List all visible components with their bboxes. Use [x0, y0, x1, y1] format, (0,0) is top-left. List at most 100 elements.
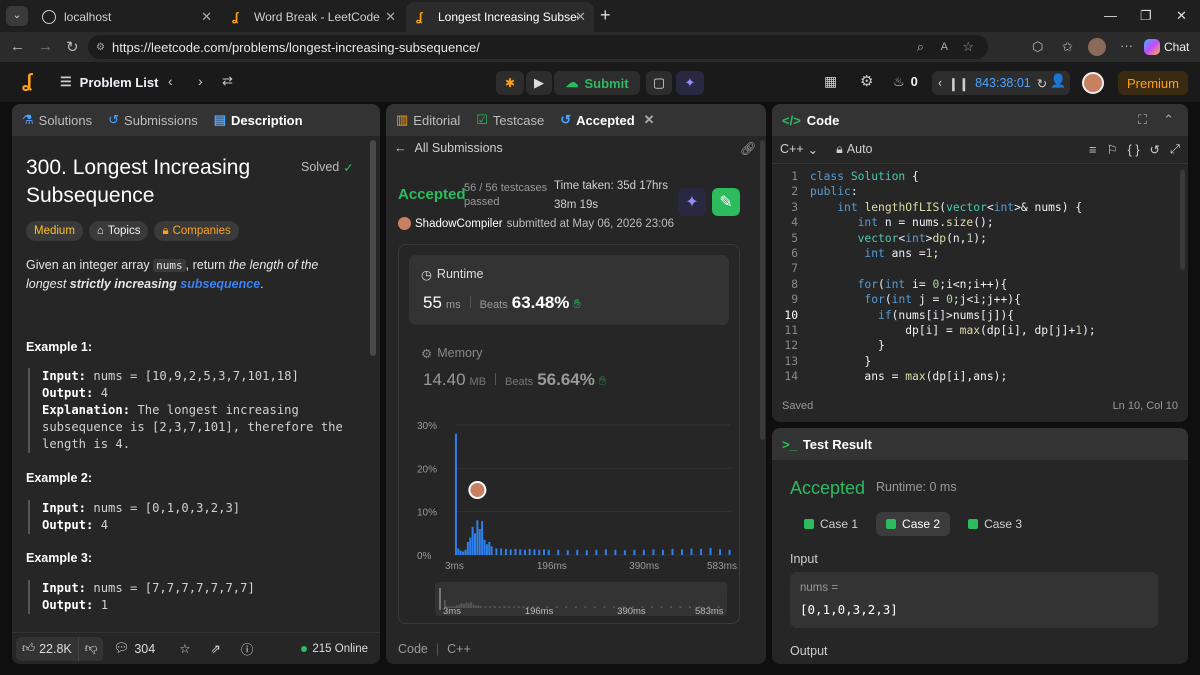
star-icon[interactable]: ☆ — [179, 641, 190, 656]
close-tab-icon[interactable]: ✕ — [385, 9, 396, 25]
browser-tab-word-break[interactable]: ʆ Word Break - LeetCode ✕ — [222, 2, 404, 32]
description-scrollbar[interactable] — [370, 140, 376, 356]
tab-description[interactable]: ▤ Description — [214, 112, 303, 128]
close-tab-icon[interactable]: ✕ — [201, 9, 212, 25]
code-line[interactable]: 11 dp[i] = max(dp[i], dp[j]+1); — [772, 324, 1178, 339]
zoom-icon[interactable]: ⌕ — [917, 39, 924, 55]
layout-icon[interactable]: ▦ — [824, 73, 837, 90]
code-line[interactable]: 8 for(int i= 0;i<n;i++){ — [772, 278, 1178, 293]
code-line[interactable]: 1 class Solution { — [772, 170, 1178, 185]
histogram-bar[interactable] — [528, 548, 531, 555]
notes-button[interactable]: ▢ — [646, 71, 672, 95]
code-line[interactable]: 10 if(nums[i]>nums[j]){ — [772, 309, 1178, 324]
histogram-bar[interactable] — [457, 548, 460, 556]
chevron-up-icon[interactable]: ⌃ — [1163, 112, 1174, 128]
histogram-bar[interactable] — [488, 542, 491, 555]
favorite-icon[interactable]: ☆ — [962, 39, 974, 55]
chevron-left-icon[interactable]: ‹ — [938, 76, 942, 90]
histogram-bar[interactable] — [652, 549, 655, 555]
code-line[interactable]: 4 int n = nums.size(); — [772, 216, 1178, 231]
maximize-panel-icon[interactable]: ⛶ — [1138, 112, 1147, 128]
code-line[interactable]: 7 — [772, 262, 1178, 277]
browser-tab-localhost[interactable]: localhost ✕ — [32, 2, 220, 32]
ai-analyze-button[interactable]: ✦ — [678, 188, 706, 216]
histogram-bar[interactable] — [709, 548, 712, 555]
tab-submissions[interactable]: ↺ Submissions — [108, 112, 198, 128]
help-icon[interactable]: ⓘ — [241, 639, 254, 658]
like-button[interactable]: 👍︎ 22.8K — [16, 636, 78, 661]
histogram-bar[interactable] — [566, 550, 569, 555]
histogram-bar[interactable] — [642, 549, 645, 555]
premium-button[interactable]: Premium — [1118, 71, 1188, 95]
dislike-button[interactable]: 👎︎ — [77, 636, 104, 661]
histogram-bar[interactable] — [462, 551, 465, 555]
histogram-bar[interactable] — [471, 526, 474, 555]
tab-code[interactable]: </> Code — [782, 113, 839, 128]
pause-icon[interactable]: ❙❙ — [948, 76, 969, 91]
topics-chip[interactable]: ⌂ Topics — [88, 221, 149, 241]
minimize-icon[interactable]: — — [1104, 8, 1117, 23]
tab-solutions[interactable]: ⚗ Solutions — [22, 112, 92, 128]
histogram-bar[interactable] — [661, 549, 664, 555]
tab-accepted[interactable]: ↺ Accepted ✕ — [560, 112, 654, 128]
histogram-bar[interactable] — [485, 544, 488, 555]
subsequence-link[interactable]: subsequence — [180, 277, 260, 291]
braces-icon[interactable]: { } — [1128, 143, 1140, 157]
histogram-bar[interactable] — [633, 549, 636, 555]
histogram-bar[interactable] — [557, 549, 560, 555]
histogram-bar[interactable] — [469, 537, 472, 555]
histogram-bar[interactable] — [728, 549, 731, 555]
favorites-icon[interactable]: ✩ — [1062, 39, 1073, 55]
new-tab-button[interactable]: + — [600, 5, 611, 26]
your-submission-marker[interactable] — [468, 481, 487, 499]
histogram-bar[interactable] — [690, 548, 693, 556]
ai-assist-button[interactable]: ✦ — [676, 71, 704, 95]
close-tab-icon[interactable]: ✕ — [575, 9, 586, 25]
code-line[interactable]: 2 public: — [772, 185, 1178, 200]
histogram-bar[interactable] — [500, 548, 503, 556]
runtime-card[interactable]: ◷ Runtime 55 ms Beats 63.48% ✋︎ — [409, 255, 729, 325]
close-icon[interactable]: ✕ — [644, 112, 655, 128]
histogram-bar[interactable] — [614, 549, 617, 555]
code-line[interactable]: 12 } — [772, 339, 1178, 354]
tab-testcase[interactable]: ☑ Testcase — [476, 112, 544, 128]
maximize-icon[interactable]: ❐ — [1140, 8, 1152, 24]
problem-list-button[interactable]: ☰ Problem List — [60, 74, 158, 90]
histogram-bar[interactable] — [514, 548, 517, 555]
copilot-chat-button[interactable]: Chat — [1144, 37, 1189, 57]
profile-avatar[interactable] — [1088, 38, 1106, 56]
histogram-bar[interactable] — [504, 548, 507, 555]
user-avatar[interactable] — [1082, 72, 1104, 94]
code-line[interactable]: 6 int ans =1; — [772, 247, 1178, 262]
histogram-bar[interactable] — [495, 548, 498, 556]
histogram-bar[interactable] — [576, 549, 579, 555]
code-line[interactable]: 5 vector<int>dp(n,1); — [772, 232, 1178, 247]
code-line[interactable]: 9 for(int j = 0;j<i;j++){ — [772, 293, 1178, 308]
all-submissions-link[interactable]: ← All Submissions — [394, 141, 503, 155]
histogram-bar[interactable] — [533, 549, 536, 555]
histogram-bar[interactable] — [476, 520, 479, 555]
case-3-tab[interactable]: Case 3 — [958, 512, 1032, 536]
streak-counter[interactable]: ♨ 0 — [893, 74, 918, 90]
histogram-bar[interactable] — [464, 549, 467, 555]
case-1-tab[interactable]: Case 1 — [794, 512, 868, 536]
histogram-bar[interactable] — [542, 549, 545, 555]
link-icon[interactable]: 🔗︎ — [740, 141, 757, 157]
language-select[interactable]: C++ ⌄ — [780, 142, 818, 157]
submit-button[interactable]: ☁ Submit — [554, 71, 640, 95]
memory-card[interactable]: ⚙ Memory 14.40 MB Beats 56.64% ✋︎ — [409, 340, 729, 400]
bookmark-icon[interactable]: ⚐ — [1106, 142, 1117, 157]
histogram-bar[interactable] — [509, 549, 512, 555]
leetcode-logo[interactable]: ʆ — [22, 71, 32, 93]
histogram-bar[interactable] — [454, 433, 457, 555]
tab-test-result[interactable]: >_ Test Result — [782, 437, 872, 452]
editor-scrollbar[interactable] — [1180, 170, 1185, 270]
run-button[interactable]: ▶ — [526, 71, 552, 95]
fullscreen-icon[interactable]: ⤢ — [1170, 142, 1180, 157]
next-problem-icon[interactable]: › — [198, 73, 203, 89]
histogram-bar[interactable] — [538, 549, 541, 555]
runtime-distribution-chart[interactable]: 30% 20% 10% 0% 3ms 196ms 390ms 583ms — [399, 405, 739, 585]
url-input[interactable]: ⚙ https://leetcode.com/problems/longest-… — [88, 35, 988, 59]
histogram-bar[interactable] — [719, 549, 722, 555]
histogram-bar[interactable] — [523, 549, 526, 555]
